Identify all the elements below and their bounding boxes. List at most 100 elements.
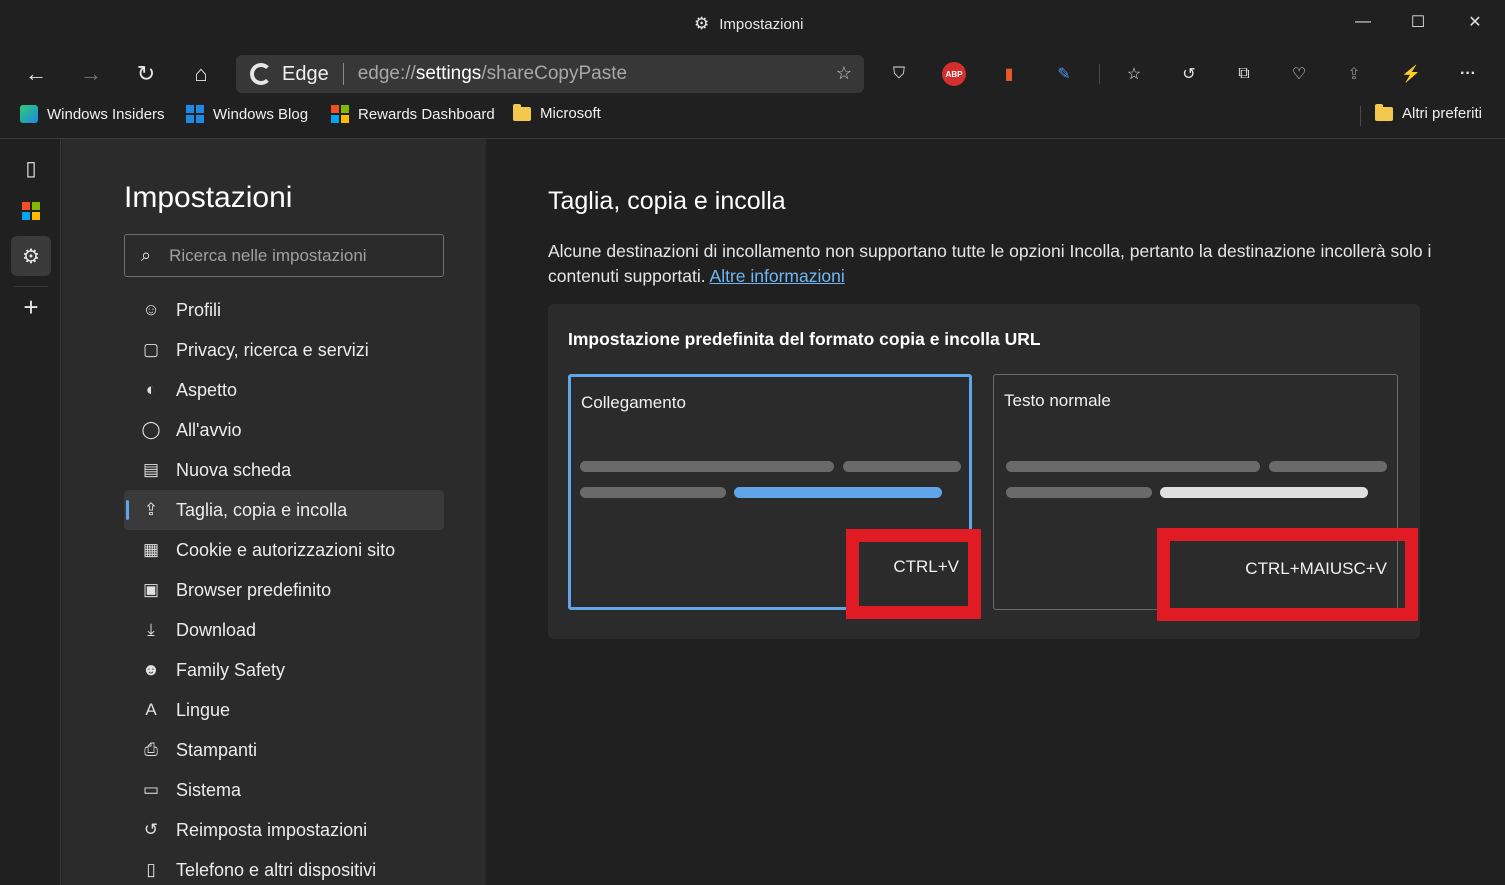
learn-more-link[interactable]: Altre informazioni (710, 266, 845, 286)
nav-item-sistema[interactable]: ▭ Sistema (124, 770, 444, 810)
favorite-microsoft-folder[interactable]: Microsoft (513, 103, 601, 122)
nav-item-label: Aspetto (176, 379, 238, 400)
nav-item-family-safety[interactable]: ☻ Family Safety (124, 650, 444, 690)
refresh-button[interactable]: ↻ (129, 58, 163, 90)
settings-tab-icon[interactable]: ⚙ (11, 236, 51, 276)
page-title: Taglia, copia e incolla (548, 187, 786, 215)
favorite-label: Microsoft (540, 105, 601, 122)
nav-item-label: Sistema (176, 779, 242, 800)
office-extension-icon[interactable]: ▮ (997, 62, 1021, 86)
nav-item-label: Family Safety (176, 659, 286, 680)
maximize-button[interactable]: ☐ (1403, 10, 1433, 34)
window-title-text: Impostazioni (719, 15, 804, 33)
nav-item-stampanti[interactable]: ⎙ Stampanti (124, 730, 444, 770)
home-button[interactable]: ⌂ (184, 58, 218, 90)
nav-item-label: Reimposta impostazioni (176, 819, 368, 840)
pen-extension-icon[interactable]: ✎ (1052, 62, 1076, 86)
new-tab-icon: ▤ (142, 460, 160, 479)
shield-extension-icon[interactable]: ⛉ (887, 62, 911, 86)
address-bar[interactable]: Edge edge://settings/shareCopyPaste ☆ (236, 55, 864, 93)
favorite-label: Rewards Dashboard (358, 105, 495, 123)
url-prefix: edge:// (357, 63, 416, 84)
lock-icon: ▢ (142, 340, 160, 359)
nav-item-download[interactable]: ⤓ Download (124, 610, 444, 650)
browser-essentials-icon[interactable]: ♡ (1287, 62, 1311, 86)
share-icon[interactable]: ⇪ (1342, 62, 1366, 86)
search-icon: ⌕ (141, 245, 152, 265)
windows-insiders-icon (20, 105, 38, 123)
nav-item-aspetto[interactable]: ◐ Aspetto (124, 370, 444, 410)
address-url[interactable]: edge://settings/shareCopyPaste (358, 63, 627, 85)
nav-item-label: Browser predefinito (176, 579, 332, 600)
option-label: Collegamento (581, 393, 686, 412)
nav-item-cookie[interactable]: ▦ Cookie e autorizzazioni sito (124, 530, 444, 570)
folder-icon (1375, 103, 1393, 121)
favorite-windows-insiders[interactable]: Windows Insiders (20, 105, 165, 123)
preview-line (1006, 487, 1152, 498)
favorite-rewards-dashboard[interactable]: Rewards Dashboard (331, 105, 495, 123)
nav-item-avvio[interactable]: ◯ All'avvio (124, 410, 444, 450)
phone-icon: ▯ (146, 860, 156, 879)
minimize-button[interactable]: — (1348, 10, 1378, 34)
add-favorite-icon[interactable]: ☆ (836, 63, 852, 84)
nav-item-lingue[interactable]: A Lingue (124, 690, 444, 730)
nav-item-label: Cookie e autorizzazioni sito (176, 539, 396, 560)
nav-item-label: Privacy, ricerca e servizi (176, 339, 369, 360)
history-icon[interactable]: ↺ (1177, 62, 1201, 86)
settings-search-input[interactable]: ⌕ Ricerca nelle impostazioni (124, 234, 444, 277)
search-placeholder: Ricerca nelle impostazioni (169, 245, 367, 265)
default-browser-icon: ▣ (142, 580, 160, 599)
power-icon: ◯ (141, 420, 161, 439)
nav-item-taglia-copia-incolla[interactable]: ⇪ Taglia, copia e incolla (124, 490, 444, 530)
preview-line (580, 461, 834, 472)
address-brand: Edge (282, 62, 329, 85)
microsoft-logo-icon (331, 105, 349, 123)
folder-icon (513, 103, 531, 121)
nav-item-browser-predefinito[interactable]: ▣ Browser predefinito (124, 570, 444, 610)
palette-icon: ◐ (145, 380, 157, 399)
collections-icon[interactable]: ⧉ (1232, 62, 1256, 86)
favorites-icon[interactable]: ☆ (1122, 62, 1146, 86)
nav-item-label: Taglia, copia e incolla (176, 499, 348, 520)
address-separator (342, 63, 344, 85)
page-description: Alcune destinazioni di incollamento non … (548, 239, 1448, 289)
more-menu-icon[interactable]: ··· (1456, 62, 1480, 86)
download-icon: ⤓ (147, 620, 155, 639)
reset-icon: ↺ (143, 820, 159, 839)
nav-item-label: All'avvio (176, 419, 242, 440)
preview-line (1269, 461, 1387, 472)
nav-item-reimposta[interactable]: ↺ Reimposta impostazioni (124, 810, 444, 850)
nav-item-profili[interactable]: ☺ Profili (124, 290, 444, 330)
gear-icon: ⚙ (694, 14, 710, 33)
nav-item-label: Nuova scheda (176, 459, 292, 480)
printer-icon: ⎙ (144, 740, 158, 759)
nav-item-nuova-scheda[interactable]: ▤ Nuova scheda (124, 450, 444, 490)
option-label: Testo normale (1004, 391, 1111, 410)
favorite-windows-blog[interactable]: Windows Blog (186, 105, 308, 123)
share-icon: ⇪ (143, 500, 159, 519)
preview-line (1006, 461, 1260, 472)
url-bold: settings (415, 63, 482, 84)
close-button[interactable]: ✕ (1460, 10, 1490, 34)
performance-icon[interactable]: ⚡ (1399, 62, 1423, 86)
back-button[interactable]: ← (19, 58, 53, 90)
title-bar: ⚙ Impostazioni — ☐ ✕ (0, 0, 1505, 50)
favorite-label: Windows Blog (213, 105, 309, 123)
forward-button[interactable]: → (74, 58, 108, 90)
adblock-plus-extension-icon[interactable]: ABP (942, 62, 966, 86)
family-icon: ☻ (142, 660, 160, 679)
other-favorites-folder[interactable]: Altri preferiti (1375, 103, 1482, 122)
nav-item-label: Telefono e altri dispositivi (176, 859, 377, 880)
favorite-label: Windows Insiders (47, 105, 165, 123)
settings-nav-panel: Impostazioni ⌕ Ricerca nelle impostazion… (62, 139, 543, 885)
new-tab-button[interactable]: + (11, 287, 51, 327)
microsoft-tab-icon[interactable] (11, 191, 51, 231)
tab-actions-icon[interactable]: ▯ (11, 148, 51, 188)
card-heading: Impostazione predefinita del formato cop… (568, 329, 1041, 349)
settings-title: Impostazioni (124, 181, 293, 214)
nav-item-privacy[interactable]: ▢ Privacy, ricerca e servizi (124, 330, 444, 370)
favorites-bar: Windows Insiders Windows Blog Rewards Da… (0, 98, 1505, 134)
windows-logo-icon (186, 105, 204, 123)
browser-toolbar: ← → ↻ ⌂ Edge edge://settings/shareCopyPa… (0, 50, 1505, 98)
nav-item-telefono[interactable]: ▯ Telefono e altri dispositivi (124, 850, 444, 885)
